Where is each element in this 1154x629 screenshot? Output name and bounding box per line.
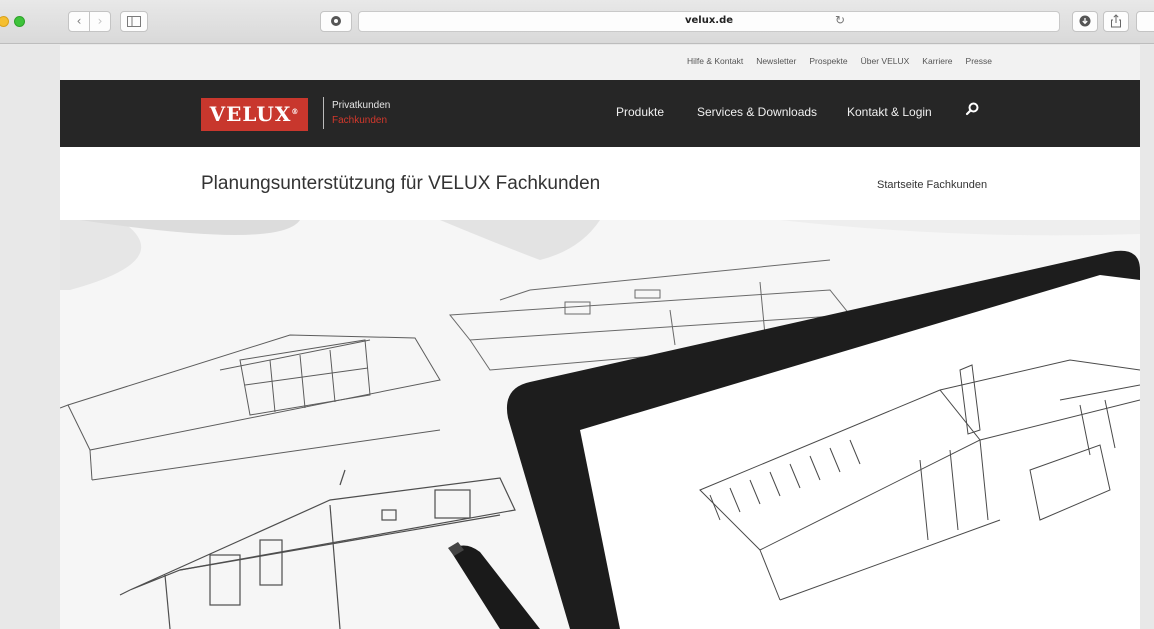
chevron-left-icon: ‹	[76, 14, 82, 28]
meta-link-press[interactable]: Presse	[966, 56, 992, 66]
main-header: VELUX® Privatkunden Fachkunden Produkte …	[60, 80, 1140, 147]
window-margin-left	[0, 45, 60, 629]
architectural-sketch-illustration	[60, 220, 1140, 629]
nav-products[interactable]: Produkte	[616, 105, 664, 119]
meta-link-help-contact[interactable]: Hilfe & Kontakt	[687, 56, 743, 66]
browser-toolbar: ‹ › velux.de ↻	[0, 0, 1154, 44]
hero-image	[60, 220, 1140, 629]
share-button[interactable]	[1103, 11, 1129, 32]
meta-navigation: Hilfe & Kontakt Newsletter Prospekte Übe…	[60, 45, 1140, 80]
velux-logo[interactable]: VELUX®	[201, 98, 308, 131]
sidebar-icon	[127, 16, 141, 27]
sidebar-toggle-button[interactable]	[120, 11, 148, 32]
startseite-fachkunden-link[interactable]: Startseite Fachkunden	[877, 179, 987, 191]
search-icon[interactable]	[964, 101, 980, 117]
back-button[interactable]: ‹	[68, 11, 90, 32]
meta-link-about[interactable]: Über VELUX	[861, 56, 910, 66]
minimize-window-button[interactable]	[0, 16, 9, 27]
share-icon	[1111, 14, 1121, 28]
header-divider	[323, 97, 324, 129]
reload-icon[interactable]: ↻	[835, 13, 845, 27]
nav-services-downloads[interactable]: Services & Downloads	[697, 105, 817, 119]
segment-professional-link[interactable]: Fachkunden	[332, 115, 387, 126]
segment-private-link[interactable]: Privatkunden	[332, 100, 390, 111]
page-title: Planungsunterstützung für VELUX Fachkund…	[201, 173, 601, 194]
address-url: velux.de	[684, 15, 734, 26]
web-page: Hilfe & Kontakt Newsletter Prospekte Übe…	[60, 45, 1140, 629]
window-margin-right	[1140, 45, 1154, 629]
download-button[interactable]	[1072, 11, 1098, 32]
address-bar[interactable]: velux.de ↻	[358, 11, 1060, 32]
meta-link-newsletter[interactable]: Newsletter	[756, 56, 796, 66]
nav-contact-login[interactable]: Kontakt & Login	[847, 105, 932, 119]
zoom-window-button[interactable]	[14, 16, 25, 27]
forward-button[interactable]: ›	[89, 11, 111, 32]
privacy-report-button[interactable]	[320, 11, 352, 32]
chevron-right-icon: ›	[97, 14, 103, 28]
download-icon	[1079, 15, 1091, 27]
meta-link-brochures[interactable]: Prospekte	[809, 56, 847, 66]
toolbar-extra-button[interactable]	[1136, 11, 1154, 32]
shield-icon	[331, 16, 341, 26]
meta-link-careers[interactable]: Karriere	[922, 56, 952, 66]
